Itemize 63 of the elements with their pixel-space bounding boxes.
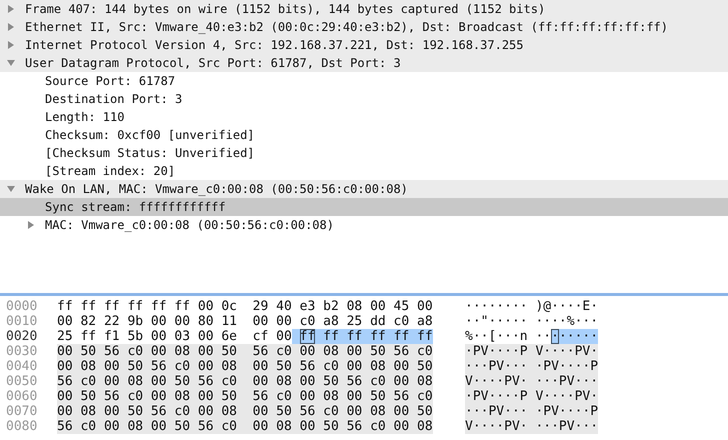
ascii-text[interactable]: ···PV··· xyxy=(528,374,598,389)
ascii-text[interactable]: ···PV··· xyxy=(465,359,528,374)
offset-label: 0070 xyxy=(5,404,38,419)
ascii-text[interactable]: ·PV····P xyxy=(528,359,598,374)
offset-label: 0040 xyxy=(5,359,38,374)
tree-item[interactable]: [Stream index: 20] xyxy=(45,164,176,178)
ascii-text[interactable]: )@····E· xyxy=(528,299,598,314)
ascii-text[interactable]: ···PV··· xyxy=(528,419,598,434)
tree-item[interactable]: [Checksum Status: Unverified] xyxy=(45,146,255,160)
ascii-text[interactable]: V····PV· xyxy=(528,389,598,404)
disclosure-triangle-icon[interactable] xyxy=(6,4,16,14)
tree-item[interactable]: Sync stream: ffffffffffff xyxy=(45,200,226,214)
ascii-text[interactable]: ···PV··· xyxy=(465,404,528,419)
offset-label: 0060 xyxy=(5,389,38,404)
offset-label: 0030 xyxy=(5,344,38,359)
offset-label: 0000 xyxy=(5,299,38,314)
hex-bytes[interactable]: 00 08 00 50 56 c0 00 08 xyxy=(57,359,238,374)
ascii-text[interactable]: V····PV· xyxy=(465,374,528,389)
hex-bytes[interactable]: ff ff ff ff ff ff 00 0c xyxy=(57,299,238,314)
hex-bytes[interactable]: 29 40 e3 b2 08 00 45 00 xyxy=(237,299,433,314)
hex-bytes[interactable]: 00 08 00 50 56 c0 00 08 xyxy=(57,404,238,419)
ascii-text[interactable]: ·PV····P xyxy=(465,389,528,404)
hex-bytes[interactable]: 00 08 00 50 56 c0 00 08 xyxy=(237,419,433,434)
hex-bytes[interactable]: 00 08 00 50 56 c0 00 08 xyxy=(237,374,433,389)
offset-label: 0020 xyxy=(5,329,38,344)
hex-bytes[interactable]: 56 c0 00 08 00 50 56 c0 xyxy=(237,344,433,359)
hex-bytes[interactable]: 00 82 22 9b 00 00 80 11 xyxy=(57,314,238,329)
hex-bytes[interactable]: 00 50 56 c0 00 08 00 50 xyxy=(57,389,238,404)
hex-bytes[interactable]: cf 00 xyxy=(237,329,292,344)
ascii-text[interactable]: %··[···n xyxy=(465,329,528,344)
hex-bytes[interactable]: 00 50 56 c0 00 08 00 50 xyxy=(237,359,433,374)
ascii-text[interactable]: ·· xyxy=(528,329,552,344)
ascii-text[interactable]: ··"····· xyxy=(465,314,528,329)
tree-item[interactable]: MAC: Vmware_c0:00:08 (00:50:56:c0:00:08) xyxy=(45,218,334,232)
tree-item[interactable]: Checksum: 0xcf00 [unverified] xyxy=(45,128,255,142)
ascii-text[interactable]: ····%··· xyxy=(528,314,598,329)
hex-bytes[interactable]: 25 ff f1 5b 00 03 00 6e xyxy=(57,329,238,344)
disclosure-triangle-icon[interactable] xyxy=(6,58,16,68)
ascii-text[interactable]: ·PV····P xyxy=(465,344,528,359)
offset-label: 0080 xyxy=(5,419,38,434)
disclosure-triangle-icon[interactable] xyxy=(6,40,16,50)
hex-bytes[interactable]: 00 50 56 c0 00 08 00 50 xyxy=(57,344,238,359)
disclosure-triangle-icon[interactable] xyxy=(26,220,36,230)
tree-item[interactable]: Length: 110 xyxy=(45,110,124,124)
hex-bytes[interactable]: 00 50 56 c0 00 08 00 50 xyxy=(237,404,433,419)
disclosure-triangle-icon[interactable] xyxy=(6,22,16,32)
ascii-text[interactable]: · xyxy=(551,329,559,344)
hex-bytes[interactable]: 56 c0 00 08 00 50 56 c0 xyxy=(57,419,238,434)
hex-bytes[interactable]: ff xyxy=(292,329,316,344)
tree-item[interactable]: Source Port: 61787 xyxy=(45,74,176,88)
hex-bytes[interactable]: 56 c0 00 08 00 50 56 c0 xyxy=(237,389,433,404)
disclosure-triangle-icon[interactable] xyxy=(6,184,16,194)
offset-label: 0010 xyxy=(5,314,38,329)
hex-bytes[interactable]: 56 c0 00 08 00 50 56 c0 xyxy=(57,374,238,389)
offset-label: 0050 xyxy=(5,374,38,389)
tree-item[interactable]: Destination Port: 3 xyxy=(45,92,182,106)
ascii-text[interactable]: V····PV· xyxy=(465,419,528,434)
ascii-text[interactable]: ····· xyxy=(558,329,598,344)
ascii-text[interactable]: V····PV· xyxy=(528,344,598,359)
hex-bytes[interactable]: ff ff ff ff ff xyxy=(315,329,433,344)
ascii-text[interactable]: ·PV····P xyxy=(528,404,598,419)
hex-bytes[interactable]: 00 00 c0 a8 25 dd c0 a8 xyxy=(237,314,433,329)
ascii-text[interactable]: ········ xyxy=(465,299,528,314)
